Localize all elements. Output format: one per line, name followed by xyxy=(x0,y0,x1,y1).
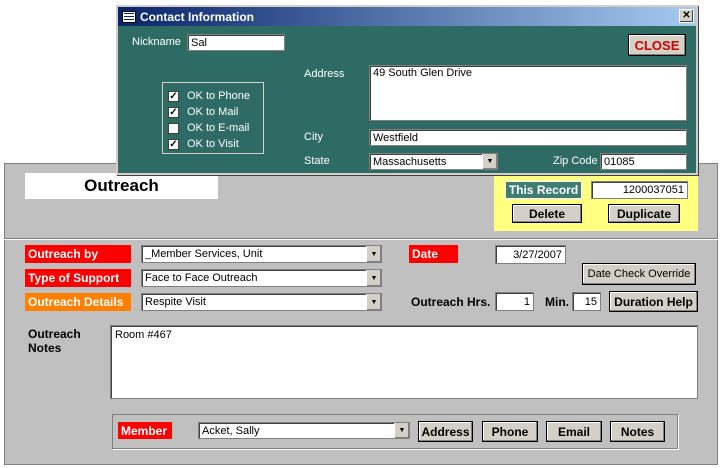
zip-code-label: Zip Code xyxy=(553,155,598,167)
state-value: Massachusetts xyxy=(373,155,447,168)
outreach-notes-textarea[interactable]: Room #467 xyxy=(110,325,698,399)
ok-to-email-checkbox[interactable] xyxy=(168,122,179,134)
address-label: Address xyxy=(304,68,345,80)
form-title: Outreach xyxy=(25,173,218,199)
outreach-notes-label-line2: Notes xyxy=(28,341,62,355)
record-id-field[interactable]: 1200037051 xyxy=(591,181,688,199)
outreach-details-select[interactable]: Respite Visit ▼ xyxy=(141,293,382,311)
outreach-by-value: _Member Services, Unit xyxy=(145,248,263,260)
ok-to-phone-row[interactable]: ✓ OK to Phone xyxy=(168,90,250,102)
section-divider xyxy=(4,238,718,240)
close-button[interactable]: CLOSE xyxy=(628,34,686,56)
ok-to-visit-row[interactable]: ✓ OK to Visit xyxy=(168,138,239,150)
close-icon[interactable]: ✕ xyxy=(679,9,694,23)
outreach-hrs-label: Outreach Hrs. xyxy=(411,295,491,309)
outreach-details-label: Outreach Details xyxy=(25,293,131,311)
state-label: State xyxy=(304,155,330,167)
ok-to-visit-checkbox[interactable]: ✓ xyxy=(168,138,179,150)
nickname-field[interactable]: Sal xyxy=(187,34,285,51)
state-select[interactable]: Massachusetts ▼ xyxy=(369,153,498,170)
date-check-override-button[interactable]: Date Check Override xyxy=(582,263,696,285)
dropdown-arrow-icon[interactable]: ▼ xyxy=(394,423,409,438)
outreach-details-value: Respite Visit xyxy=(145,296,206,308)
ok-to-phone-label: OK to Phone xyxy=(187,90,250,102)
dropdown-arrow-icon[interactable]: ▼ xyxy=(366,246,381,262)
duplicate-button[interactable]: Duplicate xyxy=(608,204,680,223)
member-label: Member xyxy=(118,422,172,439)
address-field[interactable]: 49 South Glen Drive xyxy=(369,65,687,121)
outreach-hrs-field[interactable]: 1 xyxy=(495,292,534,311)
outreach-by-select[interactable]: _Member Services, Unit ▼ xyxy=(141,245,382,263)
date-field[interactable]: 3/27/2007 xyxy=(495,245,566,264)
ok-to-mail-row[interactable]: ✓ OK to Mail xyxy=(168,106,238,118)
type-of-support-label: Type of Support xyxy=(25,269,131,287)
delete-button[interactable]: Delete xyxy=(512,204,582,223)
dropdown-arrow-icon[interactable]: ▼ xyxy=(366,270,381,286)
date-label: Date xyxy=(409,245,458,263)
ok-to-email-label: OK to E-mail xyxy=(187,122,250,134)
dropdown-arrow-icon[interactable]: ▼ xyxy=(366,294,381,310)
address-button[interactable]: Address xyxy=(418,421,473,442)
city-label: City xyxy=(304,131,323,143)
member-value: Acket, Sally xyxy=(202,424,260,437)
type-of-support-select[interactable]: Face to Face Outreach ▼ xyxy=(141,269,382,287)
email-button[interactable]: Email xyxy=(546,421,602,442)
zip-code-field[interactable]: 01085 xyxy=(600,153,687,170)
type-of-support-value: Face to Face Outreach xyxy=(145,272,258,284)
ok-to-phone-checkbox[interactable]: ✓ xyxy=(168,90,179,102)
dropdown-arrow-icon[interactable]: ▼ xyxy=(482,154,497,169)
member-select[interactable]: Acket, Sally ▼ xyxy=(198,422,410,439)
ok-to-mail-checkbox[interactable]: ✓ xyxy=(168,106,179,118)
ok-to-visit-label: OK to Visit xyxy=(187,138,239,150)
this-record-label: This Record xyxy=(505,181,582,199)
nickname-label: Nickname xyxy=(132,36,181,48)
dialog-title-bar[interactable]: Contact Information xyxy=(118,7,696,26)
duration-help-button[interactable]: Duration Help xyxy=(609,291,698,312)
min-label: Min. xyxy=(545,295,569,309)
dialog-title: Contact Information xyxy=(140,9,254,24)
ok-to-email-row[interactable]: OK to E-mail xyxy=(168,122,249,134)
outreach-notes-label: Outreach xyxy=(28,327,81,341)
phone-button[interactable]: Phone xyxy=(482,421,538,442)
form-icon xyxy=(122,10,136,23)
outreach-by-label: Outreach by xyxy=(25,245,131,263)
city-field[interactable]: Westfield xyxy=(369,129,687,146)
min-field[interactable]: 15 xyxy=(572,292,601,311)
notes-button[interactable]: Notes xyxy=(610,421,665,442)
ok-to-mail-label: OK to Mail xyxy=(187,106,239,118)
